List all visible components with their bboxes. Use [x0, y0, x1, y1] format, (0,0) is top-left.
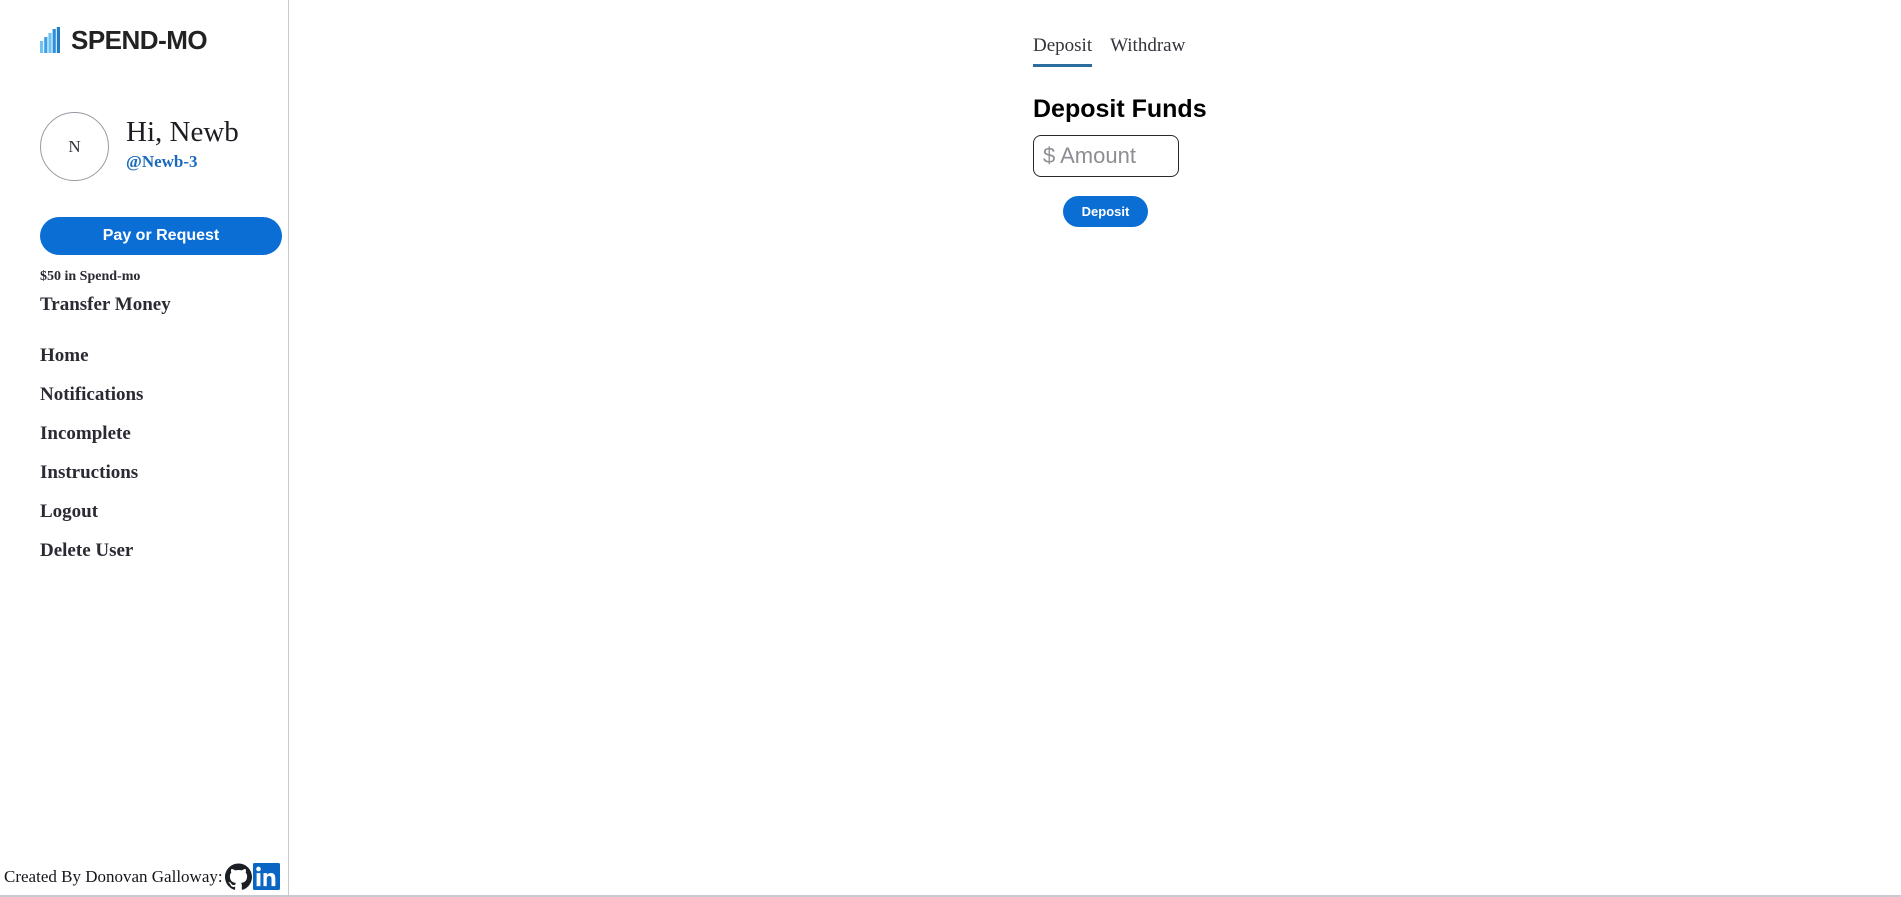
profile-block: N Hi, Newb @Newb-3 [40, 112, 239, 181]
github-icon[interactable] [224, 863, 252, 890]
bar-chart-icon [40, 27, 60, 53]
sidebar-item-home[interactable]: Home [40, 346, 270, 365]
sidebar-item-notifications[interactable]: Notifications [40, 385, 270, 404]
amount-input[interactable] [1033, 135, 1179, 177]
sidebar: SPEND-MO N Hi, Newb @Newb-3 Pay or Reque… [0, 0, 289, 897]
page-title: Deposit Funds [1033, 94, 1207, 123]
footer-credit: Created By Donovan Galloway: [4, 866, 223, 886]
sidebar-item-logout[interactable]: Logout [40, 502, 270, 521]
footer: Created By Donovan Galloway: [0, 863, 289, 890]
transfer-tabs: Deposit Withdraw [1033, 36, 1185, 67]
tab-deposit[interactable]: Deposit [1033, 36, 1093, 67]
avatar[interactable]: N [40, 112, 109, 181]
sidebar-item-delete-user[interactable]: Delete User [40, 541, 270, 560]
greeting: Hi, Newb [126, 115, 239, 148]
user-handle[interactable]: @Newb-3 [126, 152, 239, 172]
pay-or-request-button[interactable]: Pay or Request [40, 217, 282, 255]
brand-name: SPEND-MO [71, 25, 208, 55]
sidebar-item-instructions[interactable]: Instructions [40, 463, 270, 482]
transfer-money-link[interactable]: Transfer Money [40, 294, 171, 316]
sidebar-item-incomplete[interactable]: Incomplete [40, 424, 270, 443]
profile-text: Hi, Newb @Newb-3 [126, 115, 239, 177]
linkedin-icon[interactable] [252, 863, 280, 890]
sidebar-nav: Home Notifications Incomplete Instructio… [40, 346, 270, 560]
main-content: Deposit Withdraw Deposit Funds Deposit [289, 0, 1901, 897]
balance-label: $50 in Spend-mo [40, 269, 141, 284]
footer-social-icons [224, 863, 280, 890]
avatar-initial: N [68, 136, 81, 156]
tab-withdraw[interactable]: Withdraw [1110, 36, 1185, 67]
deposit-submit-button[interactable]: Deposit [1063, 196, 1148, 227]
app-root: SPEND-MO N Hi, Newb @Newb-3 Pay or Reque… [0, 0, 1901, 897]
brand-logo[interactable]: SPEND-MO [40, 25, 208, 55]
